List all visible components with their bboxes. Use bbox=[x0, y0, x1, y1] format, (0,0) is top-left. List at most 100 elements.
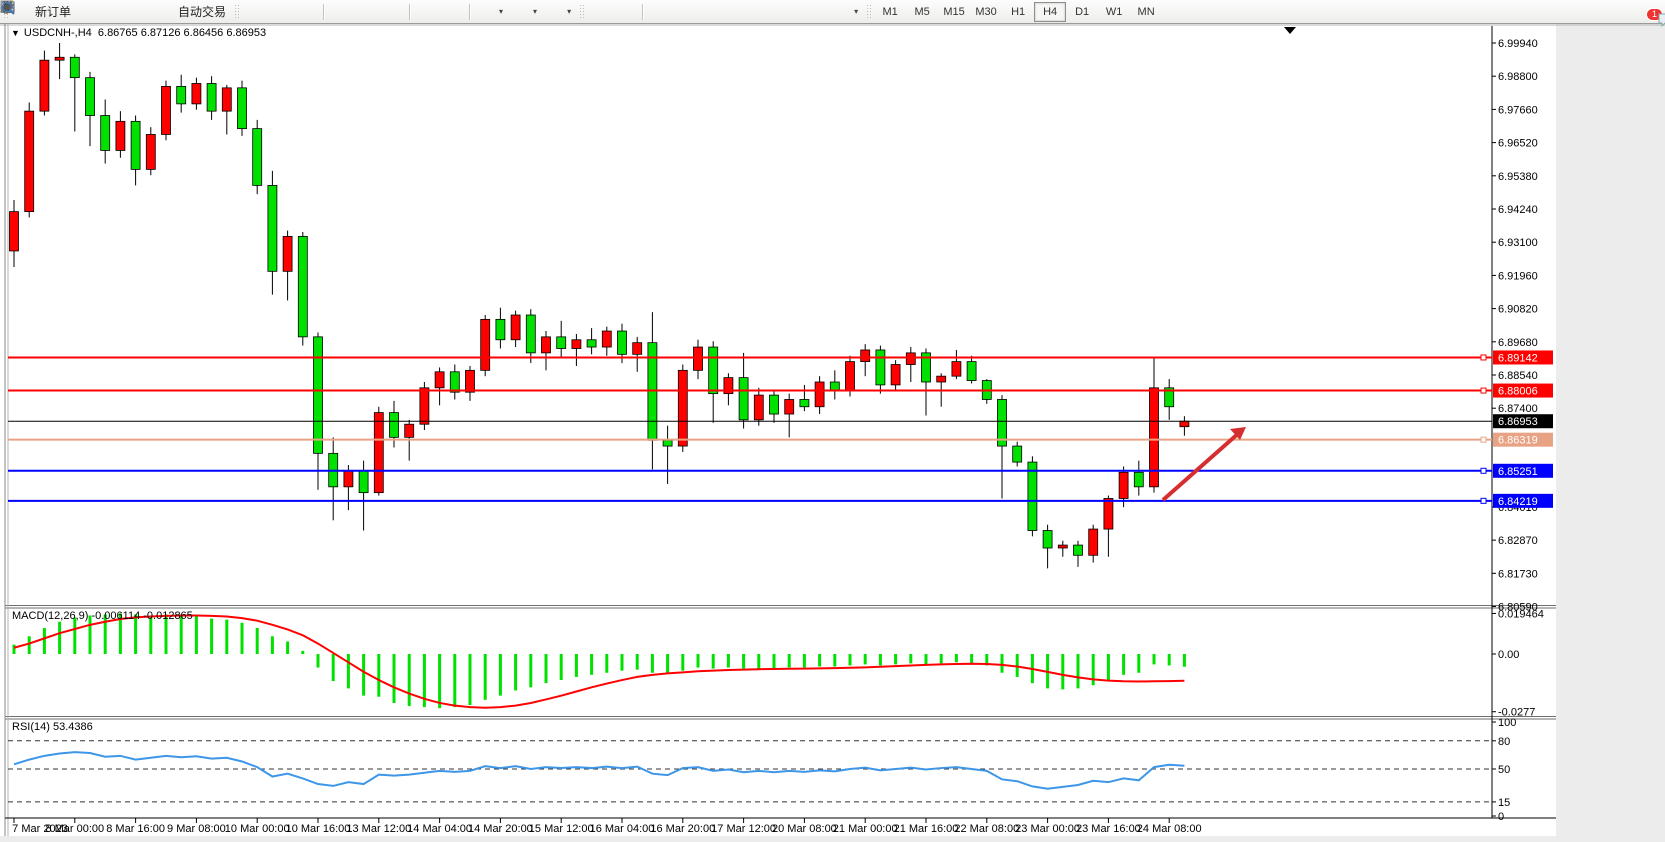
tab-timeframe-mn[interactable]: MN bbox=[1130, 2, 1162, 22]
text-label-icon: T bbox=[808, 4, 824, 20]
chart-shift-button[interactable] bbox=[414, 1, 440, 23]
tab-timeframe-m15[interactable]: M15 bbox=[938, 2, 970, 22]
horizontal-line-tool[interactable] bbox=[673, 1, 699, 23]
line-handle[interactable] bbox=[1481, 388, 1486, 393]
trendline-tool[interactable] bbox=[699, 1, 725, 23]
new-chart-button[interactable]: ▾ bbox=[474, 1, 508, 23]
svg-text:23 Mar 16:00: 23 Mar 16:00 bbox=[1076, 823, 1141, 835]
candlestick-chart-button[interactable] bbox=[268, 1, 294, 23]
tab-timeframe-m30[interactable]: M30 bbox=[970, 2, 1002, 22]
svg-text:22 Mar 08:00: 22 Mar 08:00 bbox=[954, 823, 1019, 835]
periods-button[interactable]: ▾ bbox=[508, 1, 542, 23]
svg-text:6.94240: 6.94240 bbox=[1498, 204, 1538, 216]
candle bbox=[298, 236, 307, 336]
crosshair-tool-button[interactable] bbox=[613, 1, 639, 23]
candle bbox=[511, 315, 520, 340]
tab-timeframe-m5[interactable]: M5 bbox=[906, 2, 938, 22]
candle bbox=[146, 134, 155, 169]
candle bbox=[663, 440, 672, 446]
autotrading-label: 自动交易 bbox=[178, 3, 226, 20]
tab-timeframe-d1[interactable]: D1 bbox=[1066, 2, 1098, 22]
toolbar-grip[interactable] bbox=[234, 4, 239, 20]
candle bbox=[314, 337, 323, 453]
signal-icon bbox=[133, 4, 149, 20]
svg-text:6.85251: 6.85251 bbox=[1498, 466, 1538, 478]
svg-text:23 Mar 00:00: 23 Mar 00:00 bbox=[1015, 823, 1080, 835]
toolbar-separator bbox=[409, 4, 411, 20]
svg-text:8 Mar 16:00: 8 Mar 16:00 bbox=[106, 823, 165, 835]
autotrading-button[interactable]: 自动交易 bbox=[154, 1, 231, 23]
candle bbox=[891, 365, 900, 385]
candle bbox=[390, 413, 399, 438]
candle bbox=[207, 83, 216, 111]
tab-timeframe-h4[interactable]: H4 bbox=[1034, 2, 1066, 22]
window-icon bbox=[107, 4, 123, 20]
svg-text:6.99940: 6.99940 bbox=[1498, 38, 1538, 50]
chart-autoscroll-button[interactable] bbox=[440, 1, 466, 23]
candle bbox=[937, 376, 946, 382]
chevron-down-icon: ▾ bbox=[533, 7, 537, 16]
svg-text:9 Mar 08:00: 9 Mar 08:00 bbox=[167, 823, 226, 835]
equidistant-channel-tool[interactable]: E bbox=[725, 1, 751, 23]
candle bbox=[800, 399, 809, 406]
svg-text:6.84219: 6.84219 bbox=[1498, 496, 1538, 508]
line-handle[interactable] bbox=[1481, 355, 1486, 360]
market-watch-button[interactable] bbox=[76, 1, 102, 23]
svg-text:100: 100 bbox=[1498, 717, 1516, 729]
tile-windows-button[interactable] bbox=[380, 1, 406, 23]
trendline-icon bbox=[704, 4, 720, 20]
svg-text:6.88540: 6.88540 bbox=[1498, 370, 1538, 382]
fibonacci-tool[interactable]: F bbox=[751, 1, 777, 23]
templates-button[interactable]: ▾ bbox=[542, 1, 576, 23]
candle bbox=[602, 331, 611, 347]
candle bbox=[694, 347, 703, 370]
candle bbox=[1074, 545, 1083, 555]
line-handle[interactable] bbox=[1481, 468, 1486, 473]
zoom-in-button[interactable] bbox=[328, 1, 354, 23]
tab-timeframe-w1[interactable]: W1 bbox=[1098, 2, 1130, 22]
line-handle[interactable] bbox=[1481, 437, 1486, 442]
candle bbox=[1013, 446, 1022, 462]
candle bbox=[435, 372, 444, 388]
line-handle[interactable] bbox=[1481, 498, 1486, 503]
new-order-label: 新订单 bbox=[35, 3, 71, 20]
text-tool[interactable]: A bbox=[777, 1, 803, 23]
arrow-tools-button[interactable]: ▾ bbox=[829, 1, 863, 23]
svg-text:21 Mar 00:00: 21 Mar 00:00 bbox=[833, 823, 898, 835]
cursor-tool-button[interactable] bbox=[587, 1, 613, 23]
new-chart-icon bbox=[479, 4, 495, 20]
candle bbox=[405, 424, 414, 437]
candle bbox=[1089, 529, 1098, 555]
tab-timeframe-h1[interactable]: H1 bbox=[1002, 2, 1034, 22]
candle bbox=[1150, 388, 1159, 487]
text-label-tool[interactable]: T bbox=[803, 1, 829, 23]
toolbar-grip[interactable] bbox=[866, 4, 871, 20]
signals-button[interactable] bbox=[128, 1, 154, 23]
svg-text:6.88006: 6.88006 bbox=[1498, 386, 1538, 398]
chart-canvas[interactable]: 6.999406.988006.976606.965206.953806.942… bbox=[0, 0, 1665, 842]
new-order-button[interactable]: 新订单 bbox=[11, 1, 76, 23]
candle bbox=[1028, 462, 1037, 530]
zoom-out-button[interactable] bbox=[354, 1, 380, 23]
candle bbox=[952, 362, 961, 377]
candle bbox=[1058, 545, 1067, 548]
candle bbox=[1134, 472, 1143, 487]
svg-text:15 Mar 12:00: 15 Mar 12:00 bbox=[529, 823, 594, 835]
toolbar-grip[interactable] bbox=[579, 4, 584, 20]
candle bbox=[542, 337, 551, 353]
chart-title-bar[interactable]: ▼ USDCNH-,H4 6.86765 6.87126 6.86456 6.86… bbox=[11, 27, 266, 39]
symbol-dropdown-icon[interactable]: ▼ bbox=[11, 28, 20, 38]
chevron-down-icon: ▾ bbox=[854, 7, 858, 16]
svg-text:80: 80 bbox=[1498, 736, 1510, 748]
candle bbox=[587, 340, 596, 347]
line-chart-button[interactable] bbox=[294, 1, 320, 23]
tab-timeframe-m1[interactable]: M1 bbox=[874, 2, 906, 22]
search-icon[interactable] bbox=[1627, 4, 1643, 20]
chart-symbol: USDCNH-,H4 bbox=[24, 27, 92, 39]
chart-ohlc-values: 6.86765 6.87126 6.86456 6.86953 bbox=[98, 27, 266, 39]
horizontal-line-icon bbox=[678, 4, 694, 20]
bar-chart-button[interactable] bbox=[242, 1, 268, 23]
toolbar-right-group: 1 bbox=[1627, 4, 1657, 20]
vertical-line-tool[interactable] bbox=[647, 1, 673, 23]
data-window-button[interactable] bbox=[102, 1, 128, 23]
